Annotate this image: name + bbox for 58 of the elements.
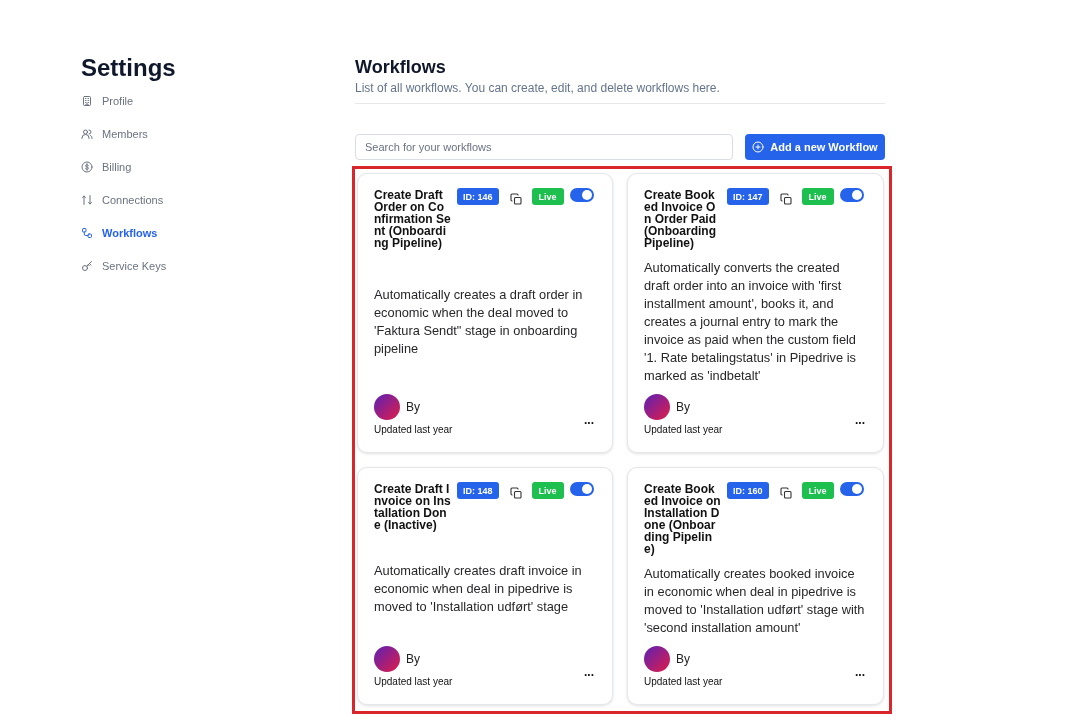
avatar-icon	[374, 646, 400, 672]
sidebar-item[interactable]: Workflows	[81, 216, 158, 249]
page-subtitle: List of all workflows. You can create, edit, and delete workflows here.	[355, 80, 720, 96]
sidebar-item[interactable]: Connections	[81, 183, 164, 216]
workflow-description: Automatically converts the created draft order into an invoice with 'first installment amount', books it, and creates a journal entry to mark the invoice as paid when the custom field '1. Rate betalingstatus' in Pipedrive is marked as 'indbetalt'	[644, 259, 857, 385]
plus-circle-icon	[752, 141, 765, 153]
workflow-description: Automatically creates a draft order in economic when the deal moved to 'Faktura Sendt" stage in onboarding pipeline	[374, 286, 584, 358]
more-menu-button[interactable]: ...	[582, 665, 596, 678]
author-label: By	[676, 400, 690, 414]
updated-label: Updated last year	[374, 424, 453, 435]
building-icon	[81, 94, 93, 107]
toggle-switch[interactable]	[569, 482, 594, 496]
sidebar-item[interactable]: Billing	[81, 150, 132, 183]
copy-icon[interactable]	[779, 193, 792, 205]
avatar-icon	[374, 394, 400, 420]
search-field[interactable]: Search for your workflows	[355, 134, 733, 160]
id-badge: ID: 147	[727, 188, 769, 205]
updated-label: Updated last year	[644, 676, 723, 687]
more-menu-button[interactable]: ...	[853, 413, 867, 426]
status-badge: Live	[801, 188, 834, 205]
workflow-icon	[81, 226, 93, 239]
id-badge: ID: 160	[727, 482, 769, 499]
author-label: By	[406, 400, 420, 414]
id-badge: ID: 146	[457, 188, 499, 205]
more-menu-button[interactable]: ...	[582, 413, 596, 426]
status-badge: Live	[531, 482, 564, 499]
sidebar-item[interactable]: Profile	[81, 84, 134, 117]
workflow-title: Create Booked Invoice On Order Paid (Onboarding Pipeline)	[644, 188, 718, 249]
copy-icon[interactable]	[509, 487, 522, 499]
add-workflow-button[interactable]: Add a new Workflow	[745, 134, 885, 160]
workflow-title: Create Draft Invoice on Installation Done (Inactive)	[374, 482, 451, 531]
toggle-switch[interactable]	[839, 482, 864, 496]
sidebar-item[interactable]: Service Keys	[81, 249, 167, 282]
updated-label: Updated last year	[374, 676, 453, 687]
sidebar-title: Settings	[81, 53, 176, 83]
updated-label: Updated last year	[644, 424, 723, 435]
copy-icon[interactable]	[509, 193, 522, 205]
id-badge: ID: 148	[457, 482, 499, 499]
sidebar-item[interactable]: Members	[81, 117, 148, 150]
workflow-title: Create Draft Order on Confirmation Sent (Onboarding Pipeline)	[374, 188, 451, 249]
workflow-description: Automatically creates draft invoice in economic when deal in pipedrive is moved to 'Installation udført' stage	[374, 562, 583, 616]
copy-icon[interactable]	[779, 487, 792, 499]
toggle-switch[interactable]	[839, 188, 864, 202]
key-icon	[81, 259, 93, 272]
author-label: By	[406, 652, 420, 666]
toggle-switch[interactable]	[569, 188, 594, 202]
avatar-icon	[644, 394, 670, 420]
status-badge: Live	[801, 482, 834, 499]
avatar-icon	[644, 646, 670, 672]
workflow-title: Create Booked Invoice on Installation Done (Onboarding Pipeline)	[644, 482, 721, 555]
workflow-description: Automatically creates booked invoice in economic when deal in pipedrive is moved to 'Installation udført' stage with 'second installation amount'	[644, 565, 866, 637]
page-title: Workflows	[355, 56, 446, 79]
author-label: By	[676, 652, 690, 666]
users-icon	[81, 127, 93, 140]
dollar-circle-icon	[81, 160, 93, 173]
more-menu-button[interactable]: ...	[853, 665, 867, 678]
status-badge: Live	[531, 188, 564, 205]
arrows-icon	[81, 193, 93, 206]
